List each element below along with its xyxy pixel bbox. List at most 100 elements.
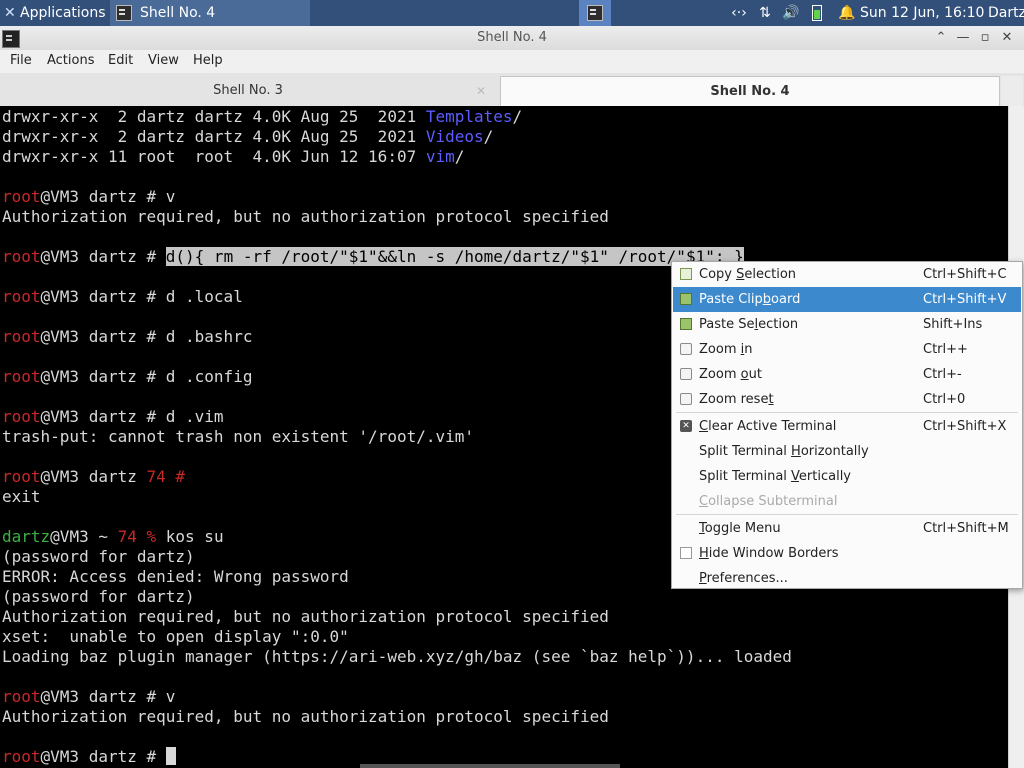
menu-view[interactable]: View xyxy=(148,53,179,68)
menu-item-label: Paste Clipboard xyxy=(699,292,801,307)
menu-item-label: Zoom in xyxy=(699,342,753,357)
terminal-text: 74 % xyxy=(117,527,157,546)
zoom-out-icon xyxy=(680,368,692,380)
network-icon[interactable]: ‹·› xyxy=(726,0,752,26)
resize-handle[interactable] xyxy=(360,764,620,768)
user-menu[interactable]: Dartz xyxy=(988,0,1024,26)
notification-bell-icon[interactable]: 🔔 xyxy=(836,0,858,26)
menu-help[interactable]: Help xyxy=(193,53,223,68)
shortcut-label: Ctrl+Shift+V xyxy=(923,292,1007,307)
terminal-text: Loading baz plugin manager (https://ari-… xyxy=(2,647,792,666)
menu-separator xyxy=(676,412,1018,413)
volume-icon[interactable]: 🔊 xyxy=(778,0,804,26)
menu-item-zoom-reset[interactable]: Zoom reset Ctrl+0 xyxy=(673,387,1021,412)
tab-shell-4[interactable]: Shell No. 4 xyxy=(500,76,1000,107)
shortcut-label: Ctrl++ xyxy=(923,342,968,357)
xfce-logo-icon: ✕ xyxy=(4,5,16,21)
selected-text: d(){ rm -rf /root/"$1"&&ln -s /home/dart… xyxy=(165,247,744,266)
shortcut-label: Ctrl+- xyxy=(923,367,962,382)
terminal-text: Authorization required, but no authoriza… xyxy=(2,707,609,726)
window-title: Shell No. 4 xyxy=(477,30,547,45)
terminal-line: drwxr-xr-x 2 dartz dartz 4.0K Aug 25 202… xyxy=(2,127,792,147)
applications-menu[interactable]: ✕ Applications xyxy=(0,0,108,26)
checkbox-icon[interactable] xyxy=(680,547,692,559)
maximize-button[interactable]: ▫ xyxy=(974,26,996,50)
terminal-text: / xyxy=(483,127,494,146)
menu-item-split-vertically[interactable]: Split Terminal Vertically xyxy=(673,464,1021,489)
minimize-button[interactable]: — xyxy=(952,26,974,50)
copy-icon xyxy=(680,268,692,280)
tab-label: Shell No. 3 xyxy=(213,83,283,98)
terminal-text: root xyxy=(2,287,41,306)
terminal-text: root xyxy=(2,747,41,766)
terminal-text: / xyxy=(512,107,523,126)
menu-item-split-horizontally[interactable]: Split Terminal Horizontally xyxy=(673,439,1021,464)
menu-item-label: Split Terminal Horizontally xyxy=(699,444,869,459)
menu-item-toggle-menu[interactable]: Toggle Menu Ctrl+Shift+M xyxy=(673,516,1021,541)
terminal-text: ERROR: Access denied: Wrong password xyxy=(2,567,349,586)
menu-item-zoom-in[interactable]: Zoom in Ctrl++ xyxy=(673,337,1021,362)
top-panel: ✕ Applications Shell No. 4 ‹·› ⇅ 🔊 🔔 Sun 12… xyxy=(0,0,1024,26)
terminal-text: drwxr-xr-x 11 root root 4.0K Jun 12 16:0… xyxy=(2,147,426,166)
terminal-text: dartz xyxy=(2,527,51,546)
terminal-text: drwxr-xr-x 2 dartz dartz 4.0K Aug 25 202… xyxy=(2,127,426,146)
menu-item-label: Paste Selection xyxy=(699,317,799,332)
terminal-line: xset: unable to open display ":0.0" xyxy=(2,627,792,647)
tab-bar: Shell No. 3 ✕ Shell No. 4 xyxy=(0,73,1024,107)
taskbar-window-button[interactable]: Shell No. 4 xyxy=(110,0,310,26)
menu-actions[interactable]: Actions xyxy=(47,53,95,68)
terminal-line: root@VM3 dartz # v xyxy=(2,187,792,207)
tab-shell-3[interactable]: Shell No. 3 ✕ xyxy=(0,76,496,106)
menu-item-zoom-out[interactable]: Zoom out Ctrl+- xyxy=(673,362,1021,387)
zoom-in-icon xyxy=(680,343,692,355)
transfer-arrows-icon[interactable]: ⇅ xyxy=(752,0,778,26)
terminal-line: Authorization required, but no authoriza… xyxy=(2,607,792,627)
terminal-text: xset: unable to open display ":0.0" xyxy=(2,627,349,646)
menu-separator xyxy=(676,514,1018,515)
terminal-text: @VM3 dartz # d .config xyxy=(40,367,253,386)
menu-file[interactable]: File xyxy=(10,53,32,68)
applications-label: Applications xyxy=(20,5,106,21)
battery-icon[interactable] xyxy=(812,5,822,21)
close-button[interactable]: ✕ xyxy=(996,26,1018,50)
terminal-line: root@VM3 dartz # v xyxy=(2,687,792,707)
terminal-line: drwxr-xr-x 11 root root 4.0K Jun 12 16:0… xyxy=(2,147,792,167)
terminal-text: root xyxy=(2,327,41,346)
terminal-line: drwxr-xr-x 2 dartz dartz 4.0K Aug 25 202… xyxy=(2,107,792,127)
terminal-text: @VM3 dartz # v xyxy=(40,687,176,706)
menu-item-label: Preferences... xyxy=(699,571,788,586)
window-titlebar[interactable]: Shell No. 4 ⌃ — ▫ ✕ xyxy=(0,26,1024,51)
tab-bar-filler xyxy=(1001,76,1023,106)
terminal-line: Loading baz plugin manager (https://ari-… xyxy=(2,647,792,667)
menu-bar: File Actions Edit View Help xyxy=(0,50,1024,73)
terminal-text: Templates xyxy=(425,107,513,126)
clock[interactable]: Sun 12 Jun, 16:10 xyxy=(860,0,988,26)
terminal-text: exit xyxy=(2,487,41,506)
terminal-line: Authorization required, but no authoriza… xyxy=(2,207,792,227)
terminal-text: / xyxy=(454,147,465,166)
terminal-text: kos su xyxy=(156,527,224,546)
menu-item-hide-window-borders[interactable]: Hide Window Borders xyxy=(673,541,1021,566)
terminal-text: @VM3 dartz # d .bashrc xyxy=(40,327,253,346)
menu-item-label: Hide Window Borders xyxy=(699,546,839,561)
terminal-icon xyxy=(587,5,603,21)
menu-item-copy-selection[interactable]: Copy Selection Ctrl+Shift+C xyxy=(673,262,1021,287)
terminal-text: Authorization required, but no authoriza… xyxy=(2,607,609,626)
menu-item-paste-selection[interactable]: Paste Selection Shift+Ins xyxy=(673,312,1021,337)
terminal-text: @VM3 dartz # xyxy=(40,747,166,766)
menu-item-preferences[interactable]: Preferences... xyxy=(673,566,1021,591)
shortcut-label: Shift+Ins xyxy=(923,317,983,332)
menu-edit[interactable]: Edit xyxy=(108,53,133,68)
menu-item-paste-clipboard[interactable]: Paste Clipboard Ctrl+Shift+V xyxy=(673,287,1021,312)
terminal-text: @VM3 dartz # d .local xyxy=(40,287,243,306)
menu-item-collapse-subterminal: Collapse Subterminal xyxy=(673,489,1021,514)
menu-item-clear-active-terminal[interactable]: ✕ Clear Active Terminal Ctrl+Shift+X xyxy=(673,414,1021,439)
taskbar-window-label: Shell No. 4 xyxy=(140,5,216,21)
terminal-text: Authorization required, but no authoriza… xyxy=(2,207,609,226)
shade-button[interactable]: ⌃ xyxy=(930,26,952,50)
zoom-reset-icon xyxy=(680,393,692,405)
workspace-terminal-launcher[interactable] xyxy=(579,0,611,26)
tab-close-icon[interactable]: ✕ xyxy=(476,76,486,106)
